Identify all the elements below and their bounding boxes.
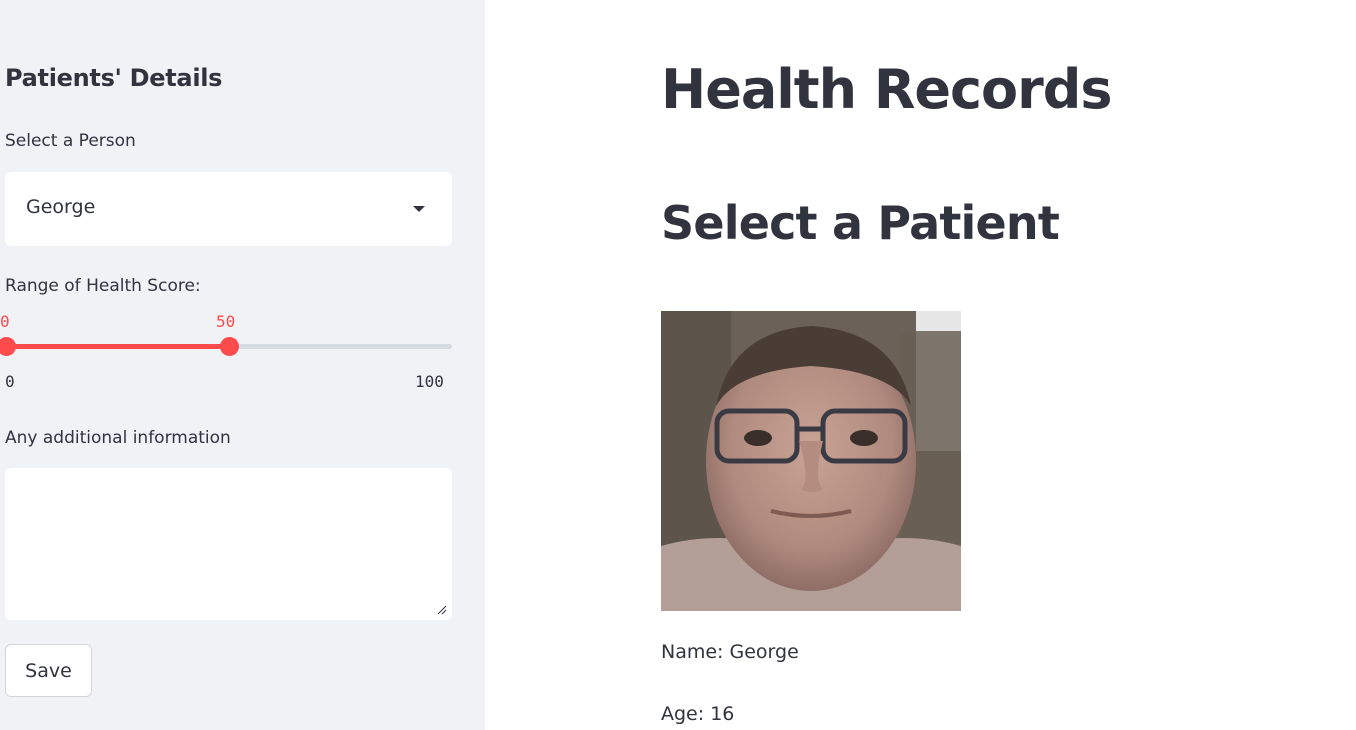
slider-low-value: 0 xyxy=(0,312,10,331)
select-person-label: Select a Person xyxy=(5,131,136,151)
page-subtitle: Select a Patient xyxy=(661,196,1060,250)
slider-low-handle[interactable] xyxy=(0,337,16,356)
slider-min-label: 0 xyxy=(5,372,15,391)
slider-high-handle[interactable] xyxy=(219,337,239,356)
health-score-label: Range of Health Score: xyxy=(5,276,201,296)
resize-grip-icon[interactable] xyxy=(437,605,447,615)
slider-max-label: 100 xyxy=(415,372,444,391)
sidebar: Patients' Details Select a Person George… xyxy=(0,0,485,730)
sidebar-title: Patients' Details xyxy=(5,64,223,92)
health-score-slider-fill xyxy=(6,344,229,349)
person-select-value: George xyxy=(26,196,96,218)
page-title: Health Records xyxy=(661,58,1113,121)
patient-age: Age: 16 xyxy=(661,703,735,725)
person-select[interactable]: George xyxy=(5,172,452,246)
patient-photo xyxy=(661,311,961,611)
additional-info-textarea[interactable] xyxy=(5,468,452,620)
chevron-down-icon xyxy=(413,206,425,212)
slider-high-value: 50 xyxy=(216,312,236,331)
save-button[interactable]: Save xyxy=(5,644,92,697)
patient-name: Name: George xyxy=(661,641,799,663)
additional-info-label: Any additional information xyxy=(5,428,231,448)
